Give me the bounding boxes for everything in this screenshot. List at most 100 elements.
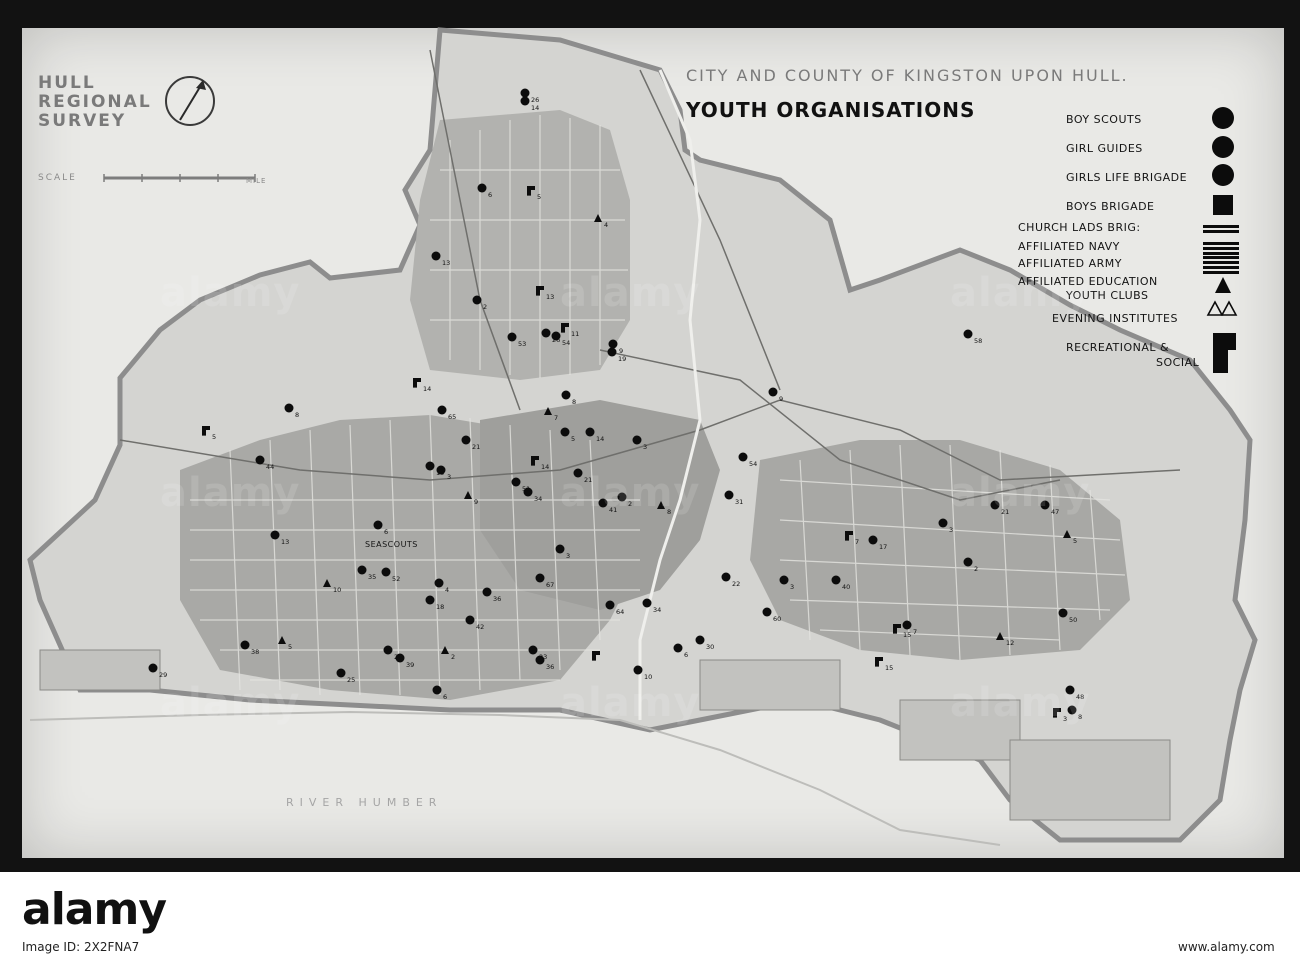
legend-symbol-dot [1212,136,1234,158]
city-map: 2614654131325326541191914865875442151431… [27,27,1258,846]
legend-symbol-dot [1212,164,1234,186]
legend-symbol-flag [1213,333,1236,373]
marker-label: 42 [476,623,484,631]
marker-label: 6 [684,651,688,659]
marker-label: 8 [572,398,576,406]
watermark: alamy [560,470,701,516]
legend-church-lads-brigade: CHURCH LADS BRIG: [1018,221,1141,234]
marker-label: 36 [546,663,554,671]
marker-label: 14 [596,435,604,443]
marker-label: 52 [392,575,400,583]
marker-label: 6 [488,191,492,199]
legend-symbol-dot [1212,107,1234,129]
marker-label: 25 [347,676,355,684]
marker-label: 4 [604,221,608,229]
marker-label: 38 [251,648,259,656]
marker-label: 3 [447,473,451,481]
marker-label: 3 [643,443,647,451]
map-title: CITY AND COUNTY OF KINGSTON UPON HULL. [686,66,1129,85]
marker-label: 36 [493,595,501,603]
marker-label: 65 [448,413,456,421]
watermark: alamy [560,270,701,316]
legend-symbol-double-triangle [1206,300,1238,316]
survey-title: HULL REGIONAL SURVEY [38,74,188,131]
marker-label: 14 [531,104,539,112]
marker-label: 54 [749,460,757,468]
watermark: alamy [950,680,1091,726]
marker-label: 50 [1069,616,1077,624]
marker-label: 13 [442,259,450,267]
marker-label: 11 [571,330,579,338]
legend-symbol-triangle [1215,277,1231,293]
watermark: alamy [560,680,701,726]
marker-label: 2 [451,653,455,661]
marker-label: 9 [619,347,623,355]
marker-label: 15 [885,664,893,672]
legend-social: SOCIAL [1156,356,1200,369]
marker-label: 6 [443,693,447,701]
watermark: alamy [160,470,301,516]
marker-label: 22 [732,580,740,588]
marker-label: 18 [436,603,444,611]
marker-label: 2 [483,303,487,311]
seascouts-label: SEASCOUTS [365,540,418,549]
marker-label: 40 [842,583,850,591]
marker-label: 7 [855,538,859,546]
legend-symbols [1203,107,1239,373]
marker-label: 3 [566,552,570,560]
survey-title-line: SURVEY [38,111,127,131]
scale-bar [103,174,256,182]
marker-label: 34 [534,495,542,503]
legend-girl-guides: GIRL GUIDES [1066,142,1143,155]
marker-label: 9 [779,395,783,403]
brand-url: www.alamy.com [1178,940,1275,954]
legend-symbol-square [1213,195,1233,215]
legend-affiliated-army: AFFILIATED ARMY [1018,257,1122,270]
marker-label: 9 [474,498,478,506]
marker-label: 5 [288,643,292,651]
marker-label: 5 [1073,537,1077,545]
marker-label: 31 [735,498,743,506]
marker-label: 5 [212,433,216,441]
marker-label: 19 [618,355,626,363]
legend-affiliated-navy: AFFILIATED NAVY [1018,240,1120,253]
marker-label: 7 [913,628,917,636]
marker-label: 5 [571,435,575,443]
legend-symbol-bars [1203,225,1239,233]
scale-unit: MILE [246,177,267,185]
marker-label: 15 [903,631,911,639]
marker-label: 13 [281,538,289,546]
watermark: alamy [160,270,301,316]
legend-recreational: RECREATIONAL & [1066,341,1170,354]
marker-label: 64 [616,608,624,616]
marker-label: 60 [773,615,781,623]
marker-label: 2 [974,565,978,573]
marker-label: 67 [546,581,554,589]
marker-label: 8 [295,411,299,419]
marker-label: 53 [518,340,526,348]
marker-label: 6 [384,528,388,536]
legend-boys-brigade: BOYS BRIGADE [1066,200,1155,213]
survey-title-line: REGIONAL [38,92,152,112]
marker-label: 17 [879,543,887,551]
marker-label: 3 [790,583,794,591]
map-subtitle: YOUTH ORGANISATIONS [686,98,976,122]
survey-title-line: HULL [38,73,96,93]
scale-label: SCALE [38,173,77,183]
marker-label: 13 [546,293,554,301]
marker-label: 39 [406,661,414,669]
marker-label: 3 [949,526,953,534]
marker-label: 7 [554,414,558,422]
watermark: alamy [950,470,1091,516]
marker-label: 58 [974,337,982,345]
marker-label: 34 [653,606,661,614]
marker-label: 4 [445,586,449,594]
legend-girls-life-brigade: GIRLS LIFE BRIGADE [1066,171,1188,184]
marker-label: 14 [423,385,431,393]
marker-label: 5 [537,193,541,201]
marker-label: 29 [159,671,167,679]
marker-label: 35 [368,573,376,581]
brand-logo: alamy [22,884,167,935]
image-id: Image ID: 2X2FNA7 [22,940,140,954]
marker-label: 21 [472,443,480,451]
